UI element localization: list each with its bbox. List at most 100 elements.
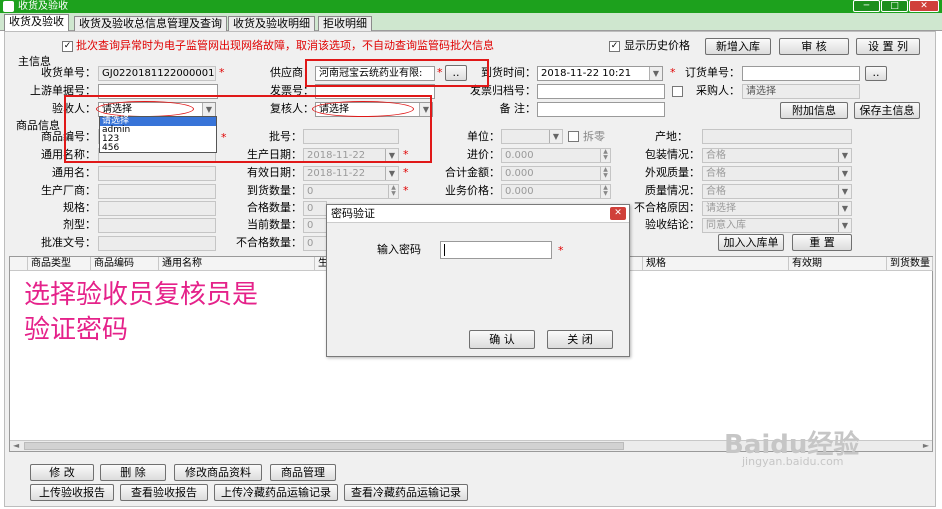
spec-field[interactable] <box>98 201 216 216</box>
new-inbound-button[interactable]: 新增入库 <box>705 38 771 55</box>
spinner-icon[interactable]: ▲ ▼ <box>600 149 610 162</box>
manufacturer-field[interactable] <box>98 184 216 199</box>
current-qty-label: 当前数量： <box>247 218 302 231</box>
tab-bar: 收货及验收 收货及验收总信息管理及查询 收货及验收明细 拒收明细 <box>0 13 942 32</box>
window-title: 收货及验收 <box>18 1 68 12</box>
conclusion-select[interactable]: 同意入库 ▼ <box>702 218 852 233</box>
table-header[interactable]: 通用名称 <box>159 257 315 271</box>
price-field[interactable]: 0.000 ▲ ▼ <box>501 148 611 163</box>
table-header[interactable]: 商品编码 <box>91 257 159 271</box>
required-mark: * <box>558 244 564 257</box>
exp-date-field[interactable]: 2018-11-22 ▼ <box>303 166 399 181</box>
arrival-time-field[interactable]: 2018-11-22 10:21 ▼ <box>537 66 663 81</box>
approval-no-label: 批准文号： <box>41 236 96 249</box>
biz-price-field[interactable]: 0.000 ▲ ▼ <box>501 184 611 199</box>
chevron-down-icon[interactable]: ▼ <box>838 202 851 215</box>
dosage-form-label: 剂型： <box>63 218 96 231</box>
quality-value: 合格 <box>706 186 726 197</box>
scroll-left-icon[interactable]: ◄ <box>13 441 19 450</box>
total-label: 合计金额： <box>445 166 500 179</box>
product-management-button[interactable]: 商品管理 <box>270 464 336 481</box>
chevron-down-icon[interactable]: ▼ <box>838 149 851 162</box>
remark-label: 备 注： <box>499 102 537 115</box>
supplier-label: 供应商： <box>270 66 314 79</box>
common-name-field[interactable] <box>98 166 216 181</box>
view-cold-chain-button[interactable]: 查看冷藏药品运输记录 <box>344 484 468 501</box>
quality-label: 质量情况： <box>645 184 700 197</box>
remark-field[interactable] <box>537 102 665 117</box>
table-header[interactable]: 有效期 <box>789 257 887 271</box>
attach-info-button[interactable]: 附加信息 <box>780 102 848 119</box>
review-button[interactable]: 审 核 <box>779 38 849 55</box>
dropdown-option[interactable]: 456 <box>100 144 216 153</box>
batch-query-checkbox[interactable]: ✓ <box>62 41 73 52</box>
split-label: 拆零 <box>583 130 605 143</box>
receipt-no-field[interactable]: GJ0220181122000001 <box>98 66 216 81</box>
confirm-button[interactable]: 确 认 <box>469 330 535 349</box>
dialog-close-button[interactable]: 关 闭 <box>547 330 613 349</box>
baidu-url-watermark: jingyan.baidu.com <box>742 455 844 468</box>
delete-button[interactable]: 删 除 <box>100 464 166 481</box>
required-mark: * <box>670 66 676 79</box>
total-field[interactable]: 0.000 ▲ ▼ <box>501 166 611 181</box>
table-header[interactable]: 到货数量 <box>887 257 933 271</box>
approval-no-field[interactable] <box>98 236 216 251</box>
order-select-button[interactable]: .. <box>865 66 887 81</box>
unqualified-reason-select[interactable]: 请选择 ▼ <box>702 201 852 216</box>
spinner-icon[interactable]: ▲ ▼ <box>600 167 610 180</box>
arrival-qty-field[interactable]: 0 ▲ ▼ <box>303 184 399 199</box>
origin-field[interactable] <box>702 129 852 144</box>
invoice-archive-field[interactable] <box>537 84 665 99</box>
maximize-button[interactable]: □ <box>881 0 908 12</box>
upload-report-button[interactable]: 上传验收报告 <box>30 484 114 501</box>
dosage-form-field[interactable] <box>98 218 216 233</box>
invoice-checkbox[interactable] <box>672 86 683 97</box>
unqualified-qty-field[interactable]: 0 <box>303 236 327 251</box>
scroll-right-icon[interactable]: ► <box>923 441 929 450</box>
scrollbar-thumb[interactable] <box>24 442 624 450</box>
reset-button[interactable]: 重 置 <box>792 234 852 251</box>
spinner-icon[interactable]: ▲ ▼ <box>600 185 610 198</box>
split-checkbox[interactable] <box>568 131 579 142</box>
tab-summary-query[interactable]: 收货及验收总信息管理及查询 <box>74 16 227 31</box>
modify-product-button[interactable]: 修改商品资料 <box>174 464 262 481</box>
calendar-dropdown-icon[interactable]: ▼ <box>385 167 398 180</box>
manufacturer-label: 生产厂商： <box>41 184 96 197</box>
set-columns-button[interactable]: 设 置 列 <box>856 38 920 55</box>
chevron-down-icon[interactable]: ▼ <box>838 219 851 232</box>
minimize-button[interactable]: ─ <box>853 0 880 12</box>
calendar-dropdown-icon[interactable]: ▼ <box>649 67 662 80</box>
acceptor-dropdown-list[interactable]: 请选择 admin 123 456 <box>99 116 217 153</box>
quality-select[interactable]: 合格 ▼ <box>702 184 852 199</box>
common-name-label: 通用名： <box>52 166 96 179</box>
qualified-qty-field[interactable]: 0 <box>303 201 327 216</box>
upload-cold-chain-button[interactable]: 上传冷藏药品运输记录 <box>214 484 338 501</box>
order-no-field[interactable] <box>742 66 860 81</box>
conclusion-value: 同意入库 <box>706 220 746 231</box>
packaging-select[interactable]: 合格 ▼ <box>702 148 852 163</box>
password-input[interactable] <box>440 241 552 259</box>
table-header[interactable]: 商品类型 <box>28 257 91 271</box>
table-header[interactable]: 规格 <box>643 257 789 271</box>
appearance-select[interactable]: 合格 ▼ <box>702 166 852 181</box>
tab-receive-accept[interactable]: 收货及验收 <box>4 14 69 32</box>
tab-receive-detail[interactable]: 收货及验收明细 <box>228 16 315 31</box>
buyer-select[interactable]: 请选择 <box>742 84 860 99</box>
chevron-down-icon[interactable]: ▼ <box>549 130 562 143</box>
supplier-highlight <box>305 59 489 87</box>
chevron-down-icon[interactable]: ▼ <box>838 167 851 180</box>
chevron-down-icon[interactable]: ▼ <box>838 185 851 198</box>
view-report-button[interactable]: 查看验收报告 <box>120 484 208 501</box>
save-main-info-button[interactable]: 保存主信息 <box>854 102 920 119</box>
show-history-checkbox[interactable]: ✓ <box>609 41 620 52</box>
receipt-no-label: 收货单号： <box>41 66 96 79</box>
modify-button[interactable]: 修 改 <box>30 464 94 481</box>
close-button[interactable]: ✕ <box>909 0 939 12</box>
spinner-icon[interactable]: ▲ ▼ <box>388 185 398 198</box>
current-qty-field[interactable]: 0 <box>303 218 327 233</box>
add-to-inbound-button[interactable]: 加入入库单 <box>718 234 784 251</box>
unit-select[interactable]: ▼ <box>501 129 563 144</box>
tab-reject-detail[interactable]: 拒收明细 <box>318 16 372 31</box>
dialog-close-icon[interactable]: ✕ <box>610 207 626 220</box>
required-mark: * <box>403 184 409 197</box>
